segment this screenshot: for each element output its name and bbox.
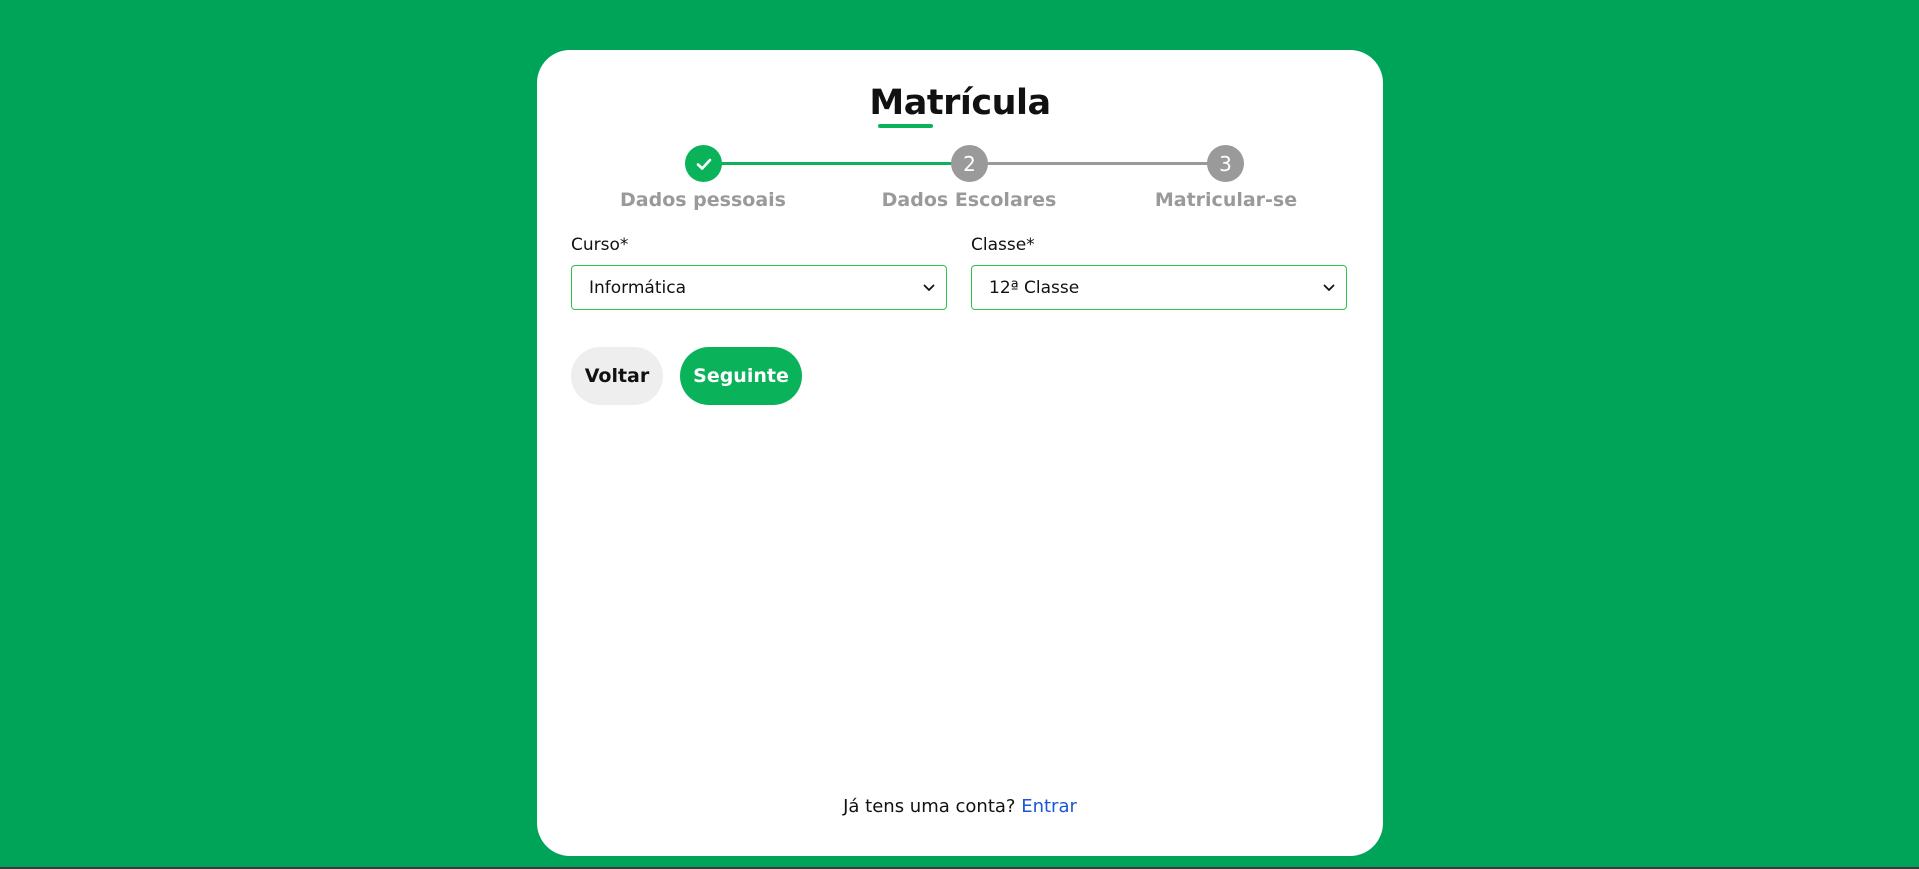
step-3-indicator: 3 — [1207, 145, 1244, 182]
step-3-label: Matricular-se — [1154, 189, 1298, 211]
back-button[interactable]: Voltar — [571, 347, 663, 405]
step-2-indicator: 2 — [951, 145, 988, 182]
step-3-number: 3 — [1219, 151, 1232, 176]
login-prompt-text: Já tens uma conta? — [843, 796, 1016, 817]
curso-label: Curso* — [571, 235, 629, 255]
check-icon — [696, 158, 711, 170]
chevron-down-icon — [922, 281, 936, 295]
title-underline — [878, 124, 933, 128]
classe-label: Classe* — [971, 235, 1035, 255]
step-2-number: 2 — [963, 151, 976, 176]
stepper-progress-line-pending — [969, 162, 1225, 165]
step-1-label: Dados pessoais — [620, 189, 786, 211]
enrollment-card: Matrícula 2 3 Dados pessoais Dados Escol… — [537, 50, 1383, 856]
next-button[interactable]: Seguinte — [680, 347, 802, 405]
page-title: Matrícula — [869, 83, 1051, 123]
step-1-indicator — [685, 145, 722, 182]
login-prompt: Já tens uma conta? Entrar — [537, 796, 1383, 817]
curso-selected-value: Informática — [589, 277, 686, 298]
login-link[interactable]: Entrar — [1021, 796, 1077, 817]
chevron-down-icon — [1322, 281, 1336, 295]
curso-select[interactable]: Informática — [571, 265, 947, 310]
stepper-progress-line-done — [703, 162, 969, 165]
step-2-label: Dados Escolares — [881, 189, 1057, 211]
classe-select[interactable]: 12ª Classe — [971, 265, 1347, 310]
classe-selected-value: 12ª Classe — [989, 277, 1080, 298]
